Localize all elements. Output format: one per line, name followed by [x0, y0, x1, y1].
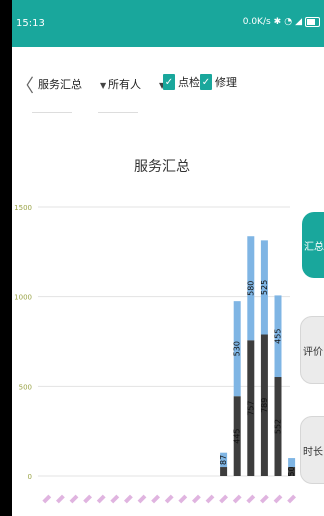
x-tick-label — [205, 494, 215, 504]
x-tick-label — [69, 494, 79, 504]
data-label: 530 — [233, 341, 242, 356]
bar-segment — [220, 467, 228, 476]
x-tick-label — [83, 494, 93, 504]
summary-tab[interactable]: 汇总 — [302, 212, 324, 278]
x-tick-label — [273, 494, 283, 504]
x-tick-label — [55, 494, 65, 504]
x-tick-label — [164, 494, 174, 504]
data-label: 580 — [246, 281, 255, 296]
x-tick-label — [96, 494, 106, 504]
y-tick-label: 500 — [19, 383, 32, 391]
data-label: 789 — [260, 398, 269, 413]
x-tick-label — [287, 494, 297, 504]
x-tick-label — [178, 494, 188, 504]
x-tick-label — [137, 494, 147, 504]
duration-tab[interactable]: 时长 — [300, 416, 324, 484]
x-tick-label — [191, 494, 201, 504]
y-tick-label: 1500 — [14, 204, 32, 212]
x-tick-label — [246, 494, 256, 504]
data-label: 525 — [260, 280, 269, 295]
x-tick-label — [259, 494, 269, 504]
x-tick-label — [110, 494, 120, 504]
y-tick-label: 0 — [28, 473, 32, 481]
x-tick-label — [219, 494, 229, 504]
data-label: 50 — [287, 466, 296, 476]
bar-segment — [288, 458, 296, 468]
evaluate-tab[interactable]: 评价 — [300, 316, 324, 384]
x-tick-label — [123, 494, 133, 504]
data-label: 455 — [274, 329, 283, 344]
x-tick-label — [151, 494, 161, 504]
data-label: 87 — [219, 455, 228, 465]
y-tick-label: 1000 — [14, 294, 32, 302]
data-label: 757 — [246, 400, 255, 415]
stacked-bar-chart: 0 500 1000 1500 87 445 530 757 580 789 525 552 455 5… — [14, 204, 297, 504]
x-tick-label — [42, 494, 52, 504]
data-label: 552 — [274, 419, 283, 434]
x-tick-label — [232, 494, 242, 504]
data-label: 445 — [233, 428, 242, 443]
